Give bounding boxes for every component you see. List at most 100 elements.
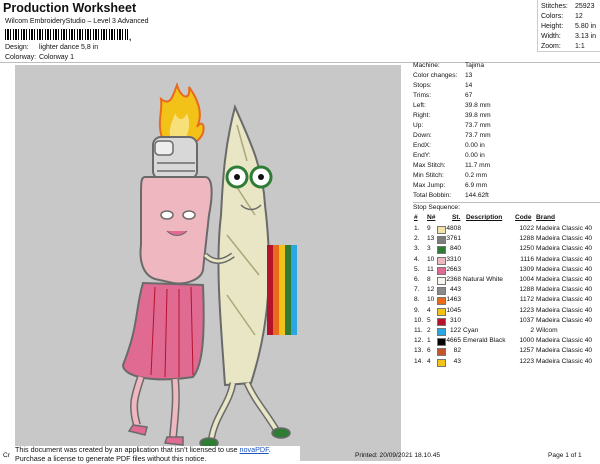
thread-color-swatch [437, 338, 446, 347]
stop-brand: Madeira Classic 40 [536, 235, 593, 243]
stop-num: 5. [414, 265, 420, 273]
thread-color-swatch [437, 266, 446, 275]
stop-num: 12. [414, 337, 424, 345]
stop-num: 8. [414, 296, 420, 304]
summary-zoom: Zoom: 1:1 [541, 43, 585, 50]
stop-code: 1250 [519, 245, 534, 253]
scarf-graphic [267, 245, 297, 335]
col-brand: Brand [536, 214, 556, 221]
stop-row: 3. 3 840 1250 Madeira Classic 40 [413, 246, 600, 255]
footer-cr: Cr [3, 452, 10, 459]
lighter-body [139, 176, 213, 285]
stop-brand: Madeira Classic 40 [536, 306, 593, 314]
stop-needle: 10 [427, 255, 435, 263]
stop-brand: Madeira Classic 40 [536, 296, 593, 304]
stop-num: 4. [414, 255, 420, 263]
stop-description: Cyan [463, 327, 479, 334]
thread-color-swatch [437, 226, 446, 234]
stop-num: 6. [414, 276, 420, 283]
stop-code: 1223 [519, 306, 534, 314]
machine-info-panel: Machine: Tajima Color changes: 13 Stops: 14… [413, 62, 600, 460]
stop-needle: 3 [427, 245, 431, 253]
info-color-changes: Color changes: 13 [413, 72, 473, 79]
design-label: Design: [5, 44, 29, 51]
stop-row: 8. 10 1463 1172 Madeira Classic 40 [413, 297, 600, 306]
col-num: # [414, 214, 418, 221]
thread-color-swatch [437, 236, 446, 245]
stop-needle: 2 [427, 327, 431, 334]
thread-color-swatch [437, 307, 446, 316]
stop-code: 2 [530, 327, 534, 334]
lighter-head [152, 136, 198, 180]
stop-brand: Wilcom [536, 327, 558, 334]
stop-row: 6. 8 2368 Natural White 1004 Madeira Classic … [413, 276, 600, 286]
stop-needle: 11 [427, 265, 434, 273]
stop-brand: Madeira Classic 40 [536, 357, 593, 365]
thread-color-swatch [437, 277, 446, 285]
summary-width: Width: 3.13 in [541, 33, 597, 40]
info-left: Left: 39.8 mm [413, 102, 491, 109]
printed-date: Printed: 20/09/2021 18.10.45 [355, 452, 441, 459]
thread-color-swatch [437, 287, 446, 296]
stop-num: 9. [414, 306, 420, 314]
stop-needle: 13 [427, 235, 435, 243]
colorway-label: Colorway: [5, 54, 37, 61]
col-code: Code [515, 214, 532, 221]
stop-needle: 5 [427, 316, 431, 324]
stop-brand: Madeira Classic 40 [536, 276, 593, 283]
thread-color-swatch [437, 297, 446, 306]
stop-brand: Madeira Classic 40 [536, 286, 593, 294]
stop-needle: 4 [427, 357, 431, 365]
summary-box: Stitches: 25923 Colors: 12 Height: 5.80 in … [537, 0, 600, 52]
page-title: Production Worksheet [3, 1, 137, 15]
novapdf-link[interactable]: novaPDF [240, 445, 269, 454]
stop-num: 2. [414, 235, 420, 243]
stop-num: 11. [414, 327, 423, 334]
stop-needle: 9 [427, 225, 431, 232]
stop-table-header: # N# St. Description Code Brand [413, 214, 600, 225]
stop-num: 3. [414, 245, 420, 253]
info-up: Up: 73.7 mm [413, 122, 491, 129]
stop-row: 13. 6 82 1257 Madeira Classic 40 [413, 348, 600, 357]
summary-height: Height: 5.80 in [541, 23, 597, 30]
colorway-value: Colorway 1 [39, 54, 75, 61]
stop-row: 14. 4 43 1223 Madeira Classic 40 [413, 357, 600, 368]
stop-description: Emerald Black [463, 337, 506, 345]
stop-brand: Madeira Classic 40 [536, 347, 593, 355]
stop-code: 1288 [519, 286, 534, 294]
stop-code: 1223 [519, 357, 534, 365]
stop-code: 1000 [519, 337, 534, 345]
stop-code: 1288 [519, 235, 534, 243]
license-notice: This document was created by an applicat… [0, 445, 300, 464]
stop-row: 11. 2 122 Cyan 2 Wilcom [413, 327, 600, 337]
stop-row: 5. 11 2663 1309 Madeira Classic 40 [413, 265, 600, 276]
col-description: Description [466, 214, 503, 221]
stop-num: 10. [414, 316, 424, 324]
stop-row: 7. 12 443 1288 Madeira Classic 40 [413, 287, 600, 296]
info-min-stitch: Min Stitch: 0.2 mm [413, 172, 487, 179]
stop-needle: 10 [427, 296, 435, 304]
barcode-suffix: , [129, 33, 132, 42]
info-down: Down: 73.7 mm [413, 132, 491, 139]
barcode [5, 29, 128, 40]
info-total-bobbin: Total Bobbin: 144.62ft [413, 192, 489, 199]
stop-row: 4. 10 3310 1116 Madeira Classic 40 [413, 255, 600, 266]
stop-row: 10. 5 310 1037 Madeira Classic 40 [413, 316, 600, 327]
stop-code: 1037 [519, 316, 534, 324]
info-machine: Machine: Tajima [413, 62, 485, 69]
notice-line-2: Purchase a license to generate PDF files… [15, 453, 207, 463]
stop-code: 1004 [519, 276, 534, 283]
stop-needle: 6 [427, 347, 431, 355]
embroidery-artwork [121, 81, 297, 449]
stop-brand: Madeira Classic 40 [536, 255, 593, 263]
thread-color-swatch [437, 317, 446, 326]
stop-description: Natural White [463, 276, 503, 283]
notice-text: This document was created by an applicat… [15, 445, 240, 454]
info-endy: EndY: 0.00 in [413, 152, 485, 159]
stop-needle: 4 [427, 306, 431, 314]
stop-code: 1309 [519, 265, 534, 273]
stop-code: 1116 [520, 255, 534, 263]
stop-brand: Madeira Classic 40 [536, 225, 593, 232]
stop-brand: Madeira Classic 40 [536, 337, 593, 345]
stop-num: 13. [414, 347, 424, 355]
